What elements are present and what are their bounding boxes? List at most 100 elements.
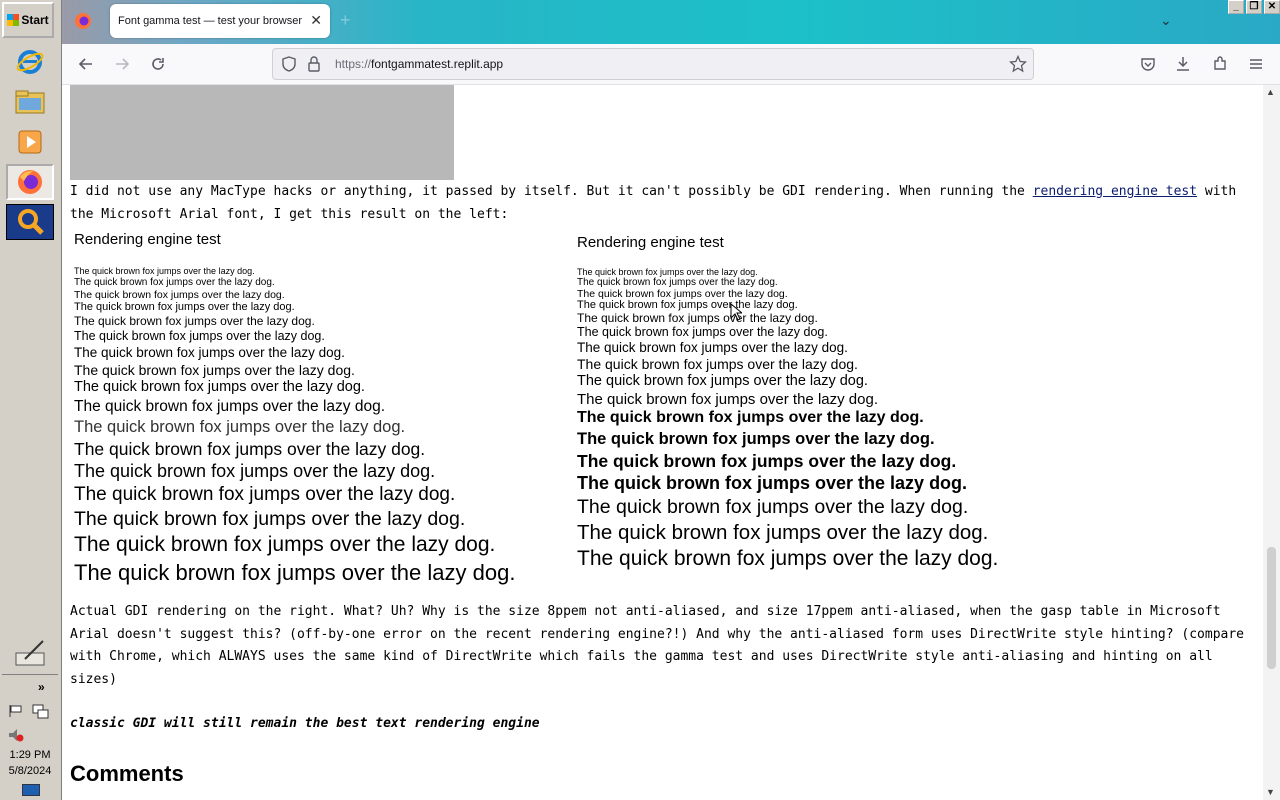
firefox-view-icon[interactable] xyxy=(74,12,92,35)
media-player-button[interactable] xyxy=(6,124,54,160)
page-viewport: I did not use any MacType hacks or anyth… xyxy=(62,85,1263,800)
navigation-toolbar: https://fontgammatest.replit.app xyxy=(62,44,1280,85)
restore-button[interactable]: ❐ xyxy=(1246,0,1262,14)
internet-explorer-icon xyxy=(16,50,44,74)
gray-test-image xyxy=(70,85,454,180)
scroll-down-arrow-icon[interactable]: ▼ xyxy=(1266,787,1275,797)
left-rendering-screenshot: Rendering engine test The quick brown fo… xyxy=(74,231,564,591)
forward-arrow-icon[interactable] xyxy=(112,54,132,74)
sample-line: The quick brown fox jumps over the lazy … xyxy=(577,430,935,448)
sample-line: The quick brown fox jumps over the lazy … xyxy=(74,277,275,288)
volume-muted-icon[interactable] xyxy=(8,728,24,747)
sample-line: The quick brown fox jumps over the lazy … xyxy=(577,409,924,426)
tab-active[interactable]: Font gamma test — test your browser ✕ xyxy=(110,4,330,38)
reload-icon[interactable] xyxy=(148,54,168,74)
window-controls: _ ❐ ✕ xyxy=(1228,0,1280,14)
tab-close-icon[interactable]: ✕ xyxy=(310,12,322,29)
sample-line: The quick brown fox jumps over the lazy … xyxy=(74,379,365,395)
url-text[interactable]: https://fontgammatest.replit.app xyxy=(335,57,503,71)
sample-line: The quick brown fox jumps over the lazy … xyxy=(577,496,969,518)
left-screenshot-title: Rendering engine test xyxy=(74,231,221,248)
extensions-icon[interactable] xyxy=(1210,54,1230,74)
sample-line: The quick brown fox jumps over the lazy … xyxy=(577,311,818,325)
firefox-taskbar-button[interactable] xyxy=(6,164,54,200)
tab-bar: Font gamma test — test your browser ✕ + … xyxy=(62,0,1280,44)
search-app-button[interactable] xyxy=(6,204,54,240)
downloads-icon[interactable] xyxy=(1173,54,1193,74)
pen-tablet-button[interactable] xyxy=(6,636,54,672)
sample-line: The quick brown fox jumps over the lazy … xyxy=(74,439,426,459)
clock-time[interactable]: 1:29 PM xyxy=(0,749,60,761)
sample-line: The quick brown fox jumps over the lazy … xyxy=(74,533,496,556)
firefox-icon xyxy=(18,170,42,194)
right-gdi-screenshot: Rendering engine test The quick brown fo… xyxy=(577,234,1077,579)
right-screenshot-title: Rendering engine test xyxy=(577,234,724,251)
rendering-engine-test-link[interactable]: rendering engine test xyxy=(1033,184,1197,199)
internet-explorer-button[interactable] xyxy=(6,44,54,80)
sample-line: The quick brown fox jumps over the lazy … xyxy=(74,461,436,481)
show-desktop-icon[interactable] xyxy=(22,784,40,796)
bookmark-star-icon[interactable] xyxy=(1008,54,1028,78)
windows-logo-icon xyxy=(7,14,20,26)
file-explorer-button[interactable] xyxy=(6,84,54,120)
sample-line: The quick brown fox jumps over the lazy … xyxy=(577,391,878,408)
taskbar: Start » 1:29 PM 5/8/2024 xyxy=(0,0,62,800)
action-center-flag-icon[interactable] xyxy=(8,704,24,723)
sample-line: The quick brown fox jumps over the lazy … xyxy=(577,451,957,471)
sample-line: The quick brown fox jumps over the lazy … xyxy=(74,289,285,301)
comments-heading: Comments xyxy=(70,761,184,786)
folder-icon xyxy=(15,90,45,114)
sample-line: The quick brown fox jumps over the lazy … xyxy=(74,329,325,343)
sample-line: The quick brown fox jumps over the lazy … xyxy=(74,345,345,360)
scrollbar-thumb[interactable] xyxy=(1267,547,1276,669)
mouse-cursor-icon xyxy=(730,302,744,326)
sample-line: The quick brown fox jumps over the lazy … xyxy=(74,362,355,378)
media-player-icon xyxy=(18,130,42,154)
close-window-button[interactable]: ✕ xyxy=(1264,0,1280,14)
tab-title: Font gamma test — test your browser xyxy=(118,15,303,27)
pocket-icon[interactable] xyxy=(1138,54,1158,74)
tray-separator xyxy=(2,674,58,675)
magnifier-icon xyxy=(18,209,44,235)
para1-text-start: I did not use any MacType hacks or anyth… xyxy=(70,184,1033,199)
scroll-up-arrow-icon[interactable]: ▲ xyxy=(1266,87,1275,97)
sample-line: The quick brown fox jumps over the lazy … xyxy=(74,508,466,530)
sample-line: The quick brown fox jumps over the lazy … xyxy=(74,398,386,415)
pen-tablet-icon xyxy=(15,640,45,666)
start-button[interactable]: Start xyxy=(2,2,54,38)
sample-line: The quick brown fox jumps over the lazy … xyxy=(74,314,315,328)
sample-line: The quick brown fox jumps over the lazy … xyxy=(577,356,858,372)
url-domain: fontgammatest.replit.app xyxy=(371,57,504,71)
network-icon[interactable] xyxy=(32,704,50,725)
sample-line: The quick brown fox jumps over the lazy … xyxy=(74,484,456,505)
emphasis-quote: classic GDI will still remain the best t… xyxy=(70,716,540,731)
sample-line: The quick brown fox jumps over the lazy … xyxy=(577,325,828,339)
back-arrow-icon[interactable] xyxy=(76,54,96,74)
url-scheme: https:// xyxy=(335,57,372,71)
sample-line: The quick brown fox jumps over the lazy … xyxy=(577,340,848,355)
sample-line: The quick brown fox jumps over the lazy … xyxy=(577,267,758,277)
address-bar[interactable]: https://fontgammatest.replit.app xyxy=(272,48,1034,80)
tracking-protection-shield-icon[interactable] xyxy=(281,56,297,77)
hamburger-menu-icon[interactable] xyxy=(1246,54,1266,74)
minimize-button[interactable]: _ xyxy=(1228,0,1244,14)
sample-line: The quick brown fox jumps over the lazy … xyxy=(577,277,778,288)
sample-line: The quick brown fox jumps over the lazy … xyxy=(577,473,968,493)
sample-line: The quick brown fox jumps over the lazy … xyxy=(577,521,989,544)
sample-line: The quick brown fox jumps over the lazy … xyxy=(577,299,798,311)
sample-line: The quick brown fox jumps over the lazy … xyxy=(74,560,516,585)
paragraph-gdi-explanation: Actual GDI rendering on the right. What?… xyxy=(70,604,1244,687)
tray-expand-icon[interactable]: » xyxy=(38,680,45,694)
start-label: Start xyxy=(21,13,49,27)
sample-line: The quick brown fox jumps over the lazy … xyxy=(74,266,255,276)
sample-line: The quick brown fox jumps over the lazy … xyxy=(74,301,295,313)
list-all-tabs-icon[interactable]: ⌄ xyxy=(1160,12,1172,29)
new-tab-icon[interactable]: + xyxy=(340,10,351,31)
sample-line: The quick brown fox jumps over the lazy … xyxy=(577,547,999,570)
sample-line: The quick brown fox jumps over the lazy … xyxy=(577,373,868,389)
sample-line: The quick brown fox jumps over the lazy … xyxy=(74,418,406,436)
lock-icon[interactable] xyxy=(307,56,321,77)
paragraph-intro: I did not use any MacType hacks or anyth… xyxy=(70,181,1255,226)
clock-date[interactable]: 5/8/2024 xyxy=(0,765,60,777)
page-scrollbar[interactable]: ▲ ▼ xyxy=(1263,85,1280,800)
